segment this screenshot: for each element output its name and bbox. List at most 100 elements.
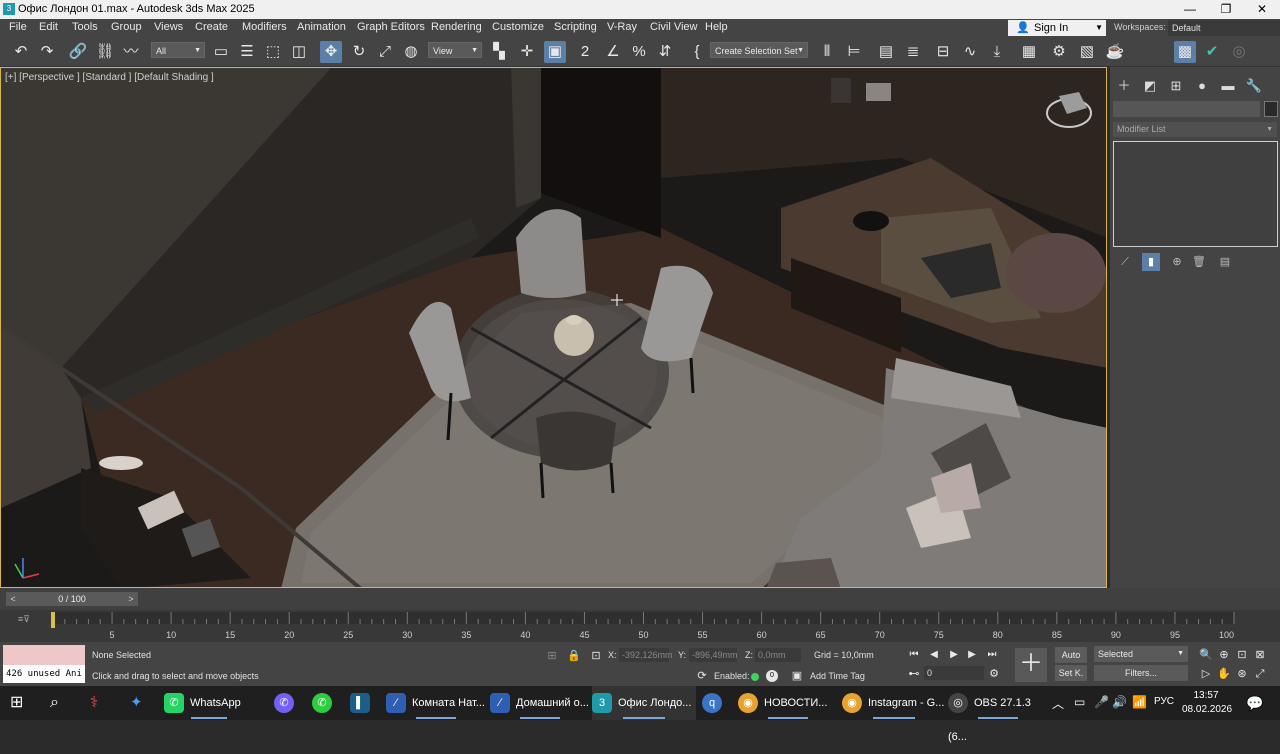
pivot-center-icon[interactable]: ▚ — [488, 41, 510, 63]
goto-end-icon[interactable]: ⏭ — [984, 648, 1000, 662]
key-filters-button[interactable]: Filters... — [1094, 665, 1188, 681]
track-bar[interactable]: ≡⊽ 5 10 15 20 25 30 35 40 45 50 55 60 65 70 75 80 85 90 95… — [0, 610, 1280, 642]
current-frame-field[interactable]: 0 — [924, 666, 984, 680]
menu-rendering[interactable]: Rendering — [431, 21, 482, 33]
taskbar-app-instagram[interactable]: ◉ Instagram - G... — [842, 686, 946, 720]
align-icon[interactable]: ⊨ — [843, 41, 865, 63]
pin-stack-icon[interactable]: ⟋ — [1116, 253, 1134, 271]
adaptive-degradation-icon[interactable]: ⟳ — [694, 668, 710, 684]
restore-button[interactable]: ❐ — [1208, 0, 1244, 19]
close-button[interactable]: ✕ — [1244, 0, 1280, 19]
viber-icon[interactable]: ✆ — [274, 686, 298, 720]
remove-modifier-icon[interactable]: 🗑 — [1190, 253, 1208, 271]
zoom-all-icon[interactable]: ⊕ — [1216, 647, 1232, 663]
bind-space-warp-icon[interactable]: 〰 — [120, 41, 142, 63]
sign-in-button[interactable]: 👤 Sign In ▼ — [1008, 20, 1106, 36]
named-selection-dropdown[interactable]: Create Selection Set ▼ — [710, 42, 808, 58]
select-rotate-icon[interactable]: ↻ — [348, 41, 370, 63]
object-name-field[interactable] — [1113, 101, 1260, 117]
spinner-icon[interactable]: ◎ — [1228, 41, 1250, 63]
app-icon[interactable]: ▌ — [350, 686, 374, 720]
render-production-icon[interactable]: ☕ — [1104, 41, 1126, 63]
time-slider-prev-button[interactable]: < — [6, 592, 20, 606]
time-config-icon[interactable]: ⚙ — [986, 666, 1002, 682]
menu-animation[interactable]: Animation — [297, 21, 346, 33]
save-icon[interactable]: ▩ — [1174, 41, 1196, 63]
render-setup-icon[interactable]: ⚙ — [1048, 41, 1070, 63]
time-slider-next-button[interactable]: > — [124, 592, 138, 606]
enabled-indicator-icon[interactable] — [751, 673, 759, 681]
menu-vray[interactable]: V-Ray — [607, 21, 637, 33]
add-time-tag[interactable]: Add Time Tag — [810, 671, 865, 681]
select-by-name-icon[interactable]: ☰ — [236, 41, 258, 63]
search-icon[interactable]: ⌕ — [50, 686, 59, 720]
modifier-list-dropdown[interactable]: Modifier List ▼ — [1113, 122, 1277, 137]
menu-civil-view[interactable]: Civil View — [650, 21, 697, 33]
hierarchy-tab-icon[interactable]: ⊞ — [1165, 75, 1187, 97]
menu-group[interactable]: Group — [111, 21, 142, 33]
perspective-viewport[interactable]: [+] [Perspective ] [Standard ] [Default … — [0, 67, 1107, 588]
ref-coord-dropdown[interactable]: View ▼ — [428, 42, 482, 58]
configure-modifier-sets-icon[interactable]: ▤ — [1216, 253, 1234, 271]
time-tag-button-icon[interactable]: ▣ — [789, 668, 805, 684]
modifier-stack[interactable] — [1113, 141, 1278, 247]
edit-named-selection-icon[interactable]: { — [686, 41, 708, 63]
y-coordinate-field[interactable]: -896,49mm — [689, 648, 738, 662]
check-icon[interactable]: ✔ — [1201, 41, 1223, 63]
isolate-selection-icon[interactable]: ⊞ — [544, 648, 560, 664]
notifications-icon[interactable]: 💬 — [1246, 695, 1263, 712]
select-move-icon[interactable]: ✥ — [320, 41, 342, 63]
keyboard-shortcut-override-icon[interactable]: ▣ — [544, 41, 566, 63]
menu-file[interactable]: File — [9, 21, 27, 33]
zoom-icon[interactable]: 🔍 — [1198, 647, 1214, 663]
show-end-result-icon[interactable]: ▮ — [1142, 253, 1160, 271]
pan-icon[interactable]: ✋ — [1216, 666, 1232, 682]
angle-snap-icon[interactable]: ∠ — [602, 41, 624, 63]
zoom-extents-icon[interactable]: ⊡ — [1234, 647, 1250, 663]
next-frame-icon[interactable]: ▶ — [964, 648, 980, 662]
microphone-icon[interactable]: 🎤 — [1094, 695, 1109, 709]
language-indicator[interactable]: РУС — [1154, 696, 1174, 707]
menu-help[interactable]: Help — [705, 21, 728, 33]
set-key-mode-button[interactable]: Set K. — [1055, 665, 1087, 681]
window-crossing-icon[interactable]: ◫ — [288, 41, 310, 63]
volume-icon[interactable]: 🔊 — [1112, 695, 1127, 709]
menu-scripting[interactable]: Scripting — [554, 21, 597, 33]
time-slider-thumb[interactable]: 0 / 100 — [20, 592, 124, 606]
set-key-icon[interactable]: ＋ — [1015, 648, 1047, 682]
menu-customize[interactable]: Customize — [492, 21, 544, 33]
prev-frame-icon[interactable]: ◀ — [926, 648, 942, 662]
taskbar-app-whatsapp[interactable]: ✆ WhatsApp — [164, 686, 254, 720]
redo-icon[interactable]: ↷ — [36, 41, 58, 63]
windows-start-icon[interactable]: ⊞ — [10, 686, 23, 720]
undo-icon[interactable]: ↶ — [10, 41, 32, 63]
viewport-label[interactable]: [+] [Perspective ] [Standard ] [Default … — [5, 72, 214, 83]
zoom-extents-all-icon[interactable]: ⊠ — [1252, 647, 1268, 663]
taskbar-app-domashniy[interactable]: ∕ Домашний о... — [490, 686, 590, 720]
qbittorrent-icon[interactable]: q — [702, 686, 726, 720]
minimize-button[interactable]: — — [1172, 0, 1208, 19]
field-of-view-icon[interactable]: ▷ — [1198, 666, 1214, 682]
taskbar-app-komnata[interactable]: ∕ Комната Нат... — [386, 686, 486, 720]
menu-graph-editors[interactable]: Graph Editors — [357, 21, 425, 33]
percent-snap-icon[interactable]: % — [628, 41, 650, 63]
display-tab-icon[interactable]: ▬ — [1217, 75, 1239, 97]
menu-create[interactable]: Create — [195, 21, 228, 33]
snaps-toggle-icon[interactable]: 2 — [574, 41, 596, 63]
rendered-frame-window-icon[interactable]: ▧ — [1076, 41, 1098, 63]
key-filter-dropdown[interactable]: Selected ▼ — [1094, 646, 1188, 662]
scene-explorer-icon[interactable]: ▤ — [875, 41, 897, 63]
modify-tab-icon[interactable]: ◩ — [1139, 75, 1161, 97]
key-mode-icon[interactable]: ⊷ — [906, 666, 922, 682]
menu-modifiers[interactable]: Modifiers — [242, 21, 287, 33]
z-coordinate-field[interactable]: 0,0mm — [755, 648, 801, 662]
selection-filter-dropdown[interactable]: All ▼ — [151, 42, 205, 58]
auto-key-button[interactable]: Auto — [1055, 647, 1087, 663]
tray-app-icon[interactable]: ▭ — [1074, 695, 1085, 709]
menu-tools[interactable]: Tools — [72, 21, 98, 33]
menu-edit[interactable]: Edit — [39, 21, 58, 33]
current-time-marker[interactable] — [51, 612, 55, 628]
absolute-mode-icon[interactable]: ⊡ — [588, 648, 604, 664]
taskbar-app-office-london[interactable]: 3 Офис Лондо... — [592, 686, 696, 720]
tray-overflow-icon[interactable]: ︿ — [1052, 695, 1064, 712]
